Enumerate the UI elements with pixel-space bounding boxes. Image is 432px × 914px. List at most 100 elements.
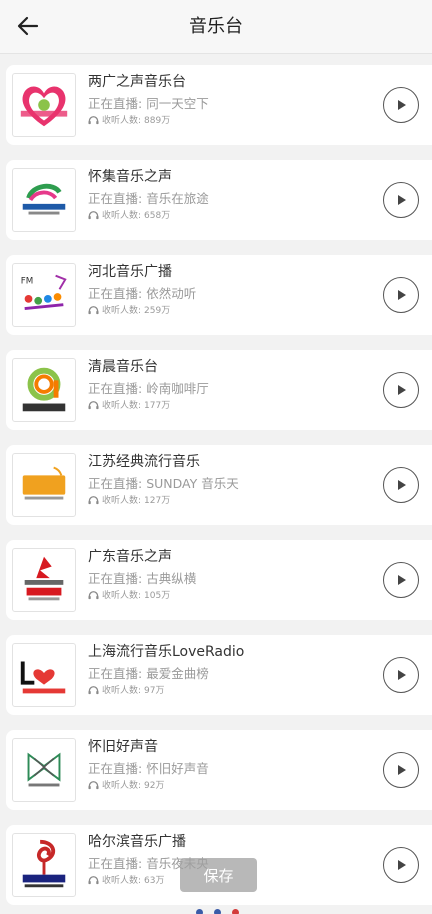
station-logo <box>12 643 76 707</box>
station-logo <box>12 73 76 137</box>
headphones-icon <box>88 780 99 789</box>
station-card[interactable]: 怀旧好声音 正在直播: 怀旧好声音 收听人数: 92万 <box>6 730 432 810</box>
station-card[interactable]: 广东音乐之声 正在直播: 古典纵横 收听人数: 105万 <box>6 540 432 620</box>
headphones-icon <box>88 590 99 599</box>
play-button[interactable] <box>383 87 419 123</box>
listener-value: 177万 <box>144 401 171 411</box>
save-button[interactable]: 保存 <box>180 858 257 892</box>
now-playing: 正在直播: 音乐在旅途 <box>88 188 209 207</box>
station-logo <box>12 453 76 517</box>
station-name: 上海流行音乐LoveRadio <box>88 644 245 660</box>
now-playing-prefix: 正在直播: <box>88 761 143 776</box>
station-name: 广东音乐之声 <box>88 549 172 565</box>
play-icon <box>398 860 406 870</box>
listener-prefix: 收听人数: <box>102 591 142 601</box>
station-name: 江苏经典流行音乐 <box>88 454 200 470</box>
listener-prefix: 收听人数: <box>102 211 142 221</box>
station-name: 两广之声音乐台 <box>88 74 186 90</box>
now-playing-prefix: 正在直播: <box>88 856 143 871</box>
station-card[interactable]: FM 河北音乐广播 正在直播: 依然动听 收听人数: 259万 <box>6 255 432 335</box>
now-playing-prefix: 正在直播: <box>88 191 143 206</box>
headphones-icon <box>88 115 99 124</box>
listener-value: 259万 <box>144 306 171 316</box>
play-icon <box>398 290 406 300</box>
play-icon <box>398 100 406 110</box>
play-button[interactable] <box>383 372 419 408</box>
listener-count: 收听人数: 127万 <box>88 493 170 506</box>
play-button[interactable] <box>383 277 419 313</box>
listener-value: 97万 <box>144 686 165 696</box>
station-card[interactable]: 上海流行音乐LoveRadio 正在直播: 最爱金曲榜 收听人数: 97万 <box>6 635 432 715</box>
listener-prefix: 收听人数: <box>102 496 142 506</box>
listener-value: 63万 <box>144 876 165 886</box>
program-name: SUNDAY 音乐天 <box>146 476 239 491</box>
listener-count: 收听人数: 97万 <box>88 683 165 696</box>
play-button[interactable] <box>383 847 419 883</box>
play-icon <box>398 575 406 585</box>
play-button[interactable] <box>383 752 419 788</box>
station-logo <box>12 168 76 232</box>
listener-prefix: 收听人数: <box>102 876 142 886</box>
listener-prefix: 收听人数: <box>102 781 142 791</box>
svg-text:FM: FM <box>21 276 34 286</box>
station-logo <box>12 738 76 802</box>
listener-prefix: 收听人数: <box>102 116 142 126</box>
play-button[interactable] <box>383 657 419 693</box>
page-title: 音乐台 <box>189 16 243 37</box>
listener-count: 收听人数: 92万 <box>88 778 165 791</box>
listener-count: 收听人数: 658万 <box>88 208 170 221</box>
station-card[interactable]: 两广之声音乐台 正在直播: 同一天空下 收听人数: 889万 <box>6 65 432 145</box>
listener-value: 889万 <box>144 116 171 126</box>
headphones-icon <box>88 210 99 219</box>
listener-value: 105万 <box>144 591 171 601</box>
page-dot <box>214 909 221 914</box>
listener-count: 收听人数: 259万 <box>88 303 170 316</box>
play-button[interactable] <box>383 562 419 598</box>
listener-value: 127万 <box>144 496 171 506</box>
station-name: 清晨音乐台 <box>88 359 158 375</box>
headphones-icon <box>88 685 99 694</box>
play-button[interactable] <box>383 467 419 503</box>
play-icon <box>398 480 406 490</box>
page-indicator <box>196 909 239 914</box>
listener-count: 收听人数: 889万 <box>88 113 170 126</box>
app-header: 音乐台 <box>0 0 432 54</box>
station-card[interactable]: 清晨音乐台 正在直播: 岭南咖啡厅 收听人数: 177万 <box>6 350 432 430</box>
station-logo <box>12 358 76 422</box>
play-icon <box>398 670 406 680</box>
play-button[interactable] <box>383 182 419 218</box>
station-logo <box>12 833 76 897</box>
now-playing: 正在直播: 最爱金曲榜 <box>88 663 209 682</box>
program-name: 怀旧好声音 <box>146 761 209 776</box>
now-playing: 正在直播: 岭南咖啡厅 <box>88 378 209 397</box>
page-dot <box>232 909 239 914</box>
program-name: 最爱金曲榜 <box>146 666 209 681</box>
station-logo: FM <box>12 263 76 327</box>
play-icon <box>398 195 406 205</box>
now-playing-prefix: 正在直播: <box>88 476 143 491</box>
program-name: 音乐在旅途 <box>146 191 209 206</box>
headphones-icon <box>88 875 99 884</box>
station-name: 怀集音乐之声 <box>88 169 172 185</box>
program-name: 岭南咖啡厅 <box>146 381 209 396</box>
program-name: 古典纵横 <box>146 571 197 586</box>
listener-count: 收听人数: 63万 <box>88 873 165 886</box>
now-playing-prefix: 正在直播: <box>88 96 143 111</box>
program-name: 依然动听 <box>146 286 197 301</box>
listener-value: 92万 <box>144 781 165 791</box>
listener-value: 658万 <box>144 211 171 221</box>
program-name: 同一天空下 <box>146 96 209 111</box>
now-playing: 正在直播: 同一天空下 <box>88 93 209 112</box>
headphones-icon <box>88 495 99 504</box>
now-playing-prefix: 正在直播: <box>88 286 143 301</box>
page-dot <box>196 909 203 914</box>
now-playing-prefix: 正在直播: <box>88 381 143 396</box>
now-playing: 正在直播: SUNDAY 音乐天 <box>88 473 239 492</box>
station-card[interactable]: 怀集音乐之声 正在直播: 音乐在旅途 收听人数: 658万 <box>6 160 432 240</box>
station-card[interactable]: 江苏经典流行音乐 正在直播: SUNDAY 音乐天 收听人数: 127万 <box>6 445 432 525</box>
listener-count: 收听人数: 177万 <box>88 398 170 411</box>
station-name: 河北音乐广播 <box>88 264 172 280</box>
now-playing: 正在直播: 怀旧好声音 <box>88 758 209 777</box>
listener-prefix: 收听人数: <box>102 306 142 316</box>
now-playing-prefix: 正在直播: <box>88 571 143 586</box>
